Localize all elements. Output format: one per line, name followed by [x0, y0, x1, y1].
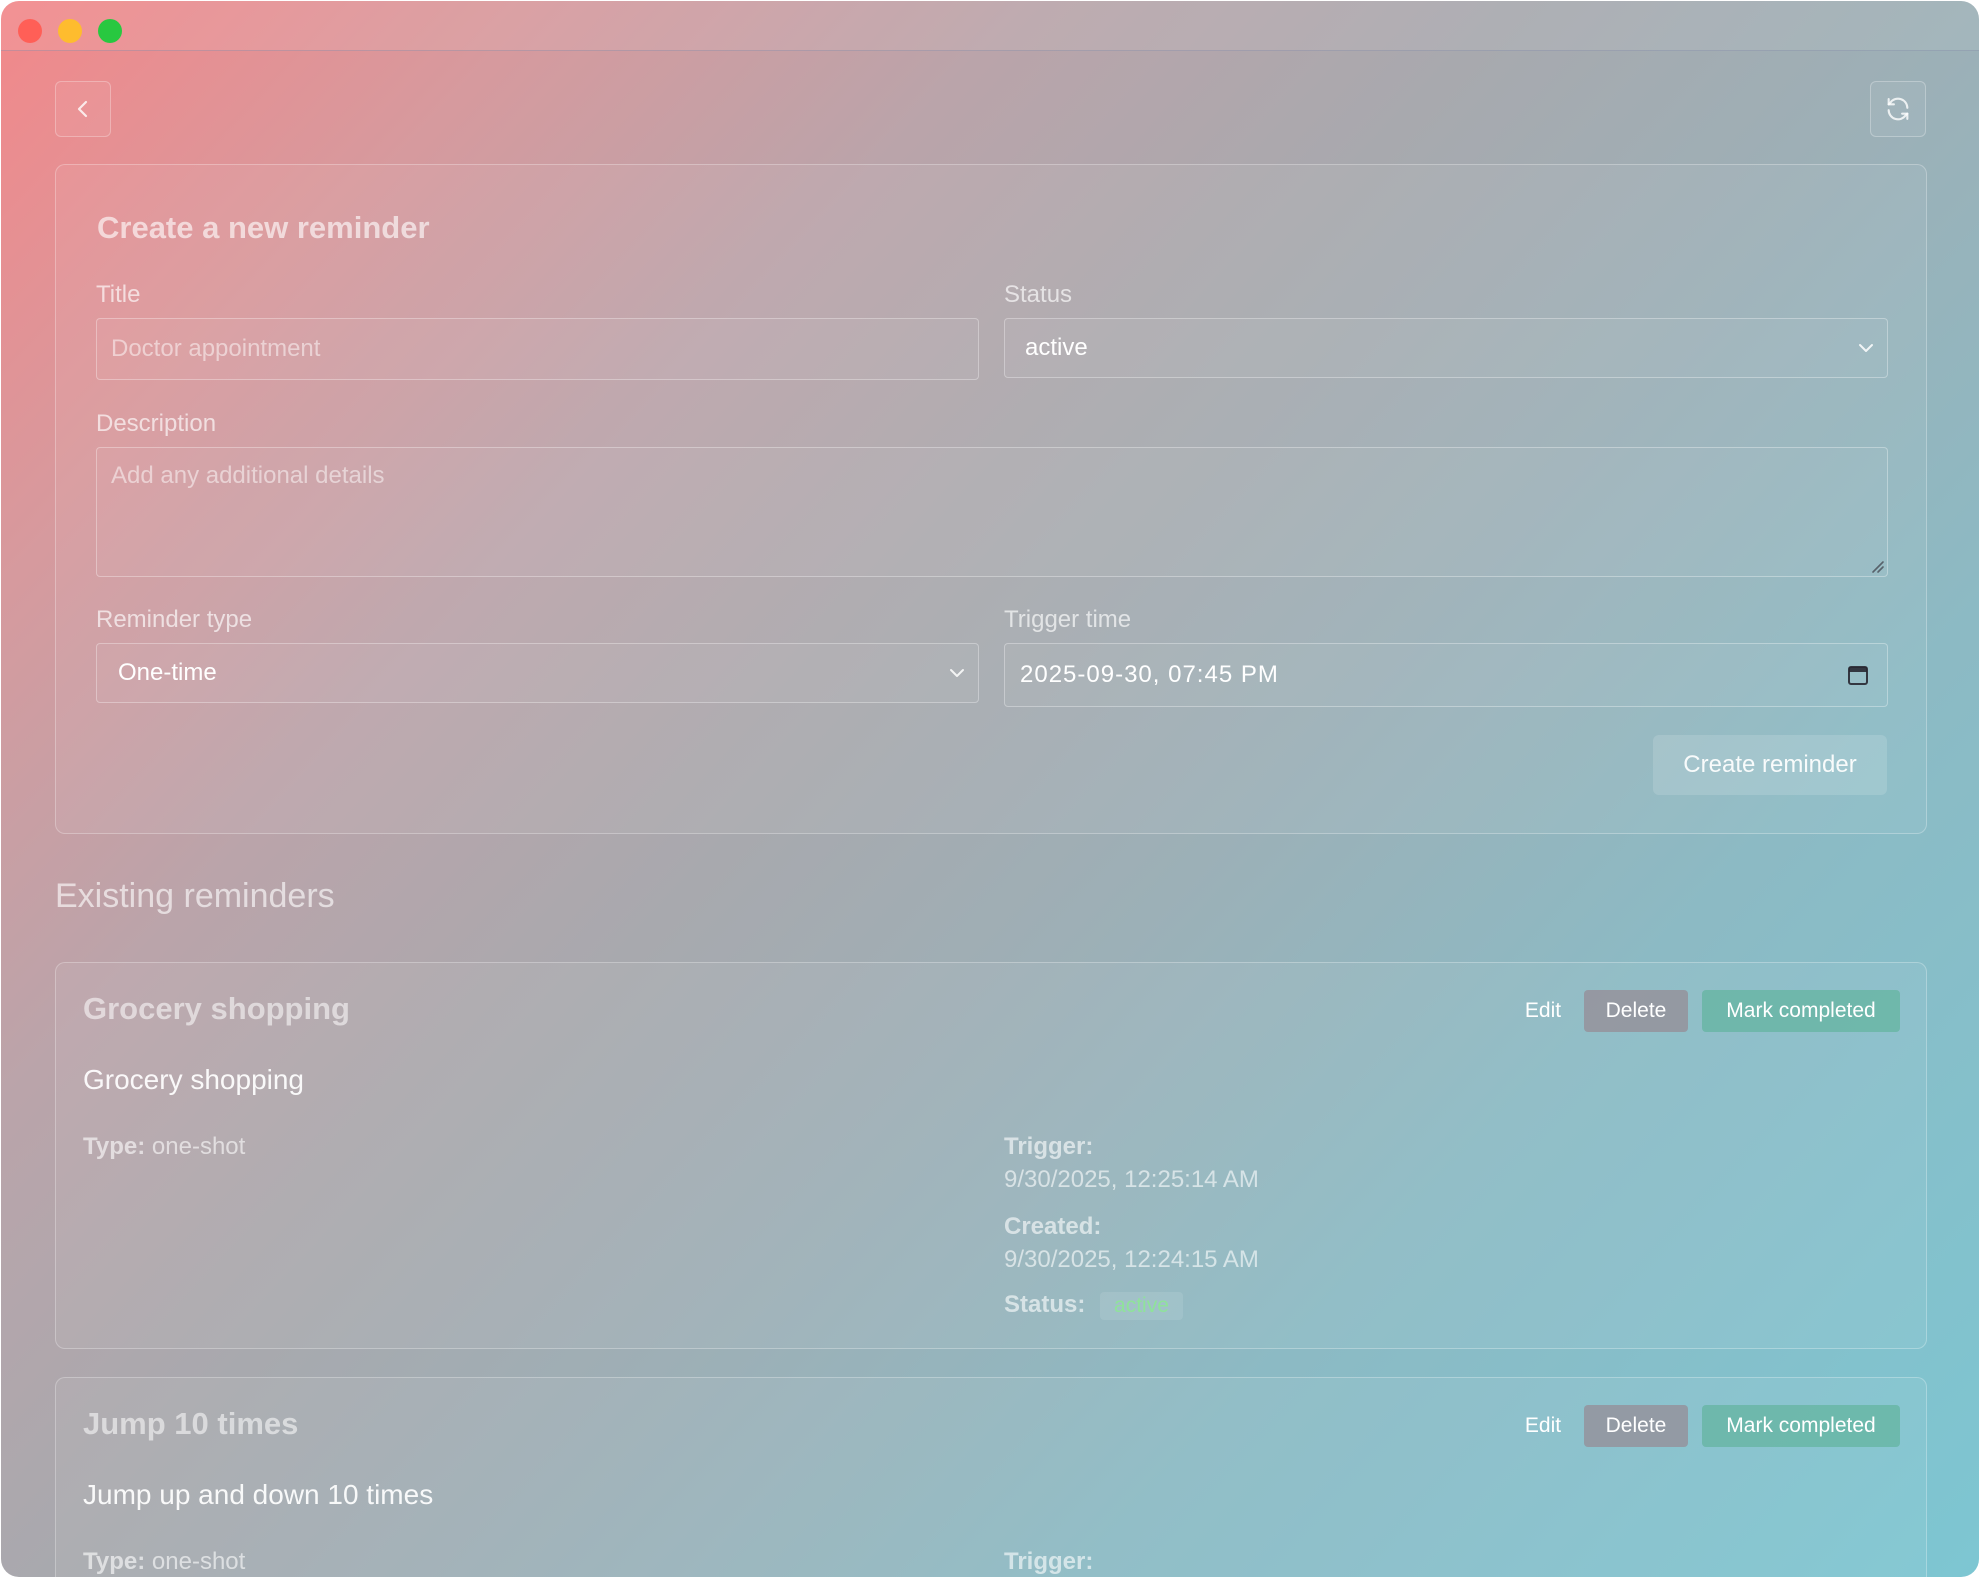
mark-completed-button[interactable]: Mark completed: [1702, 990, 1900, 1032]
type-label: Type:: [83, 1548, 146, 1575]
reminder-status: Status: active: [1004, 1291, 1183, 1320]
reminder-title: Grocery shopping: [83, 991, 350, 1026]
description-label: Description: [96, 410, 217, 437]
trigger-time-input[interactable]: 2025-09-30, 07:45 PM: [1004, 643, 1888, 707]
trigger-label: Trigger:: [1004, 1548, 1094, 1575]
create-reminder-form: Create a new reminder Title Doctor appoi…: [55, 164, 1927, 834]
title-label: Title: [96, 281, 141, 308]
created-label: Created:: [1004, 1213, 1102, 1240]
type-label: Type:: [83, 1133, 146, 1160]
type-value: one-shot: [151, 1133, 246, 1160]
chevron-left-icon: [77, 100, 88, 118]
description-placeholder: Add any additional details: [111, 462, 385, 489]
reminder-type-label: Reminder type: [96, 606, 253, 633]
mark-completed-button[interactable]: Mark completed: [1702, 1405, 1900, 1447]
back-button[interactable]: [55, 81, 111, 137]
resize-handle-icon[interactable]: [1867, 556, 1885, 574]
reminder-card: Grocery shopping Edit Delete Mark comple…: [55, 962, 1927, 1349]
trigger-time-value: 2025-09-30, 07:45 PM: [1020, 661, 1279, 688]
reminder-type-select[interactable]: One-time: [96, 643, 979, 703]
reminder-description: Jump up and down 10 times: [83, 1479, 434, 1510]
status-label: Status:: [1004, 1291, 1086, 1318]
status-selected-value: active: [1025, 334, 1088, 361]
trigger-time-label: Trigger time: [1004, 606, 1132, 633]
type-value: one-shot: [151, 1548, 246, 1575]
status-select[interactable]: active: [1004, 318, 1888, 378]
create-reminder-button[interactable]: Create reminder: [1653, 735, 1887, 795]
title-placeholder: Doctor appointment: [111, 335, 321, 362]
reminder-type: Type: one-shot: [83, 1133, 245, 1161]
status-badge: active: [1100, 1292, 1183, 1320]
reminder-type: Type: one-shot: [83, 1548, 245, 1576]
existing-reminders-heading: Existing reminders: [55, 877, 335, 915]
maximize-window-button[interactable]: [98, 19, 122, 43]
reminder-description: Grocery shopping: [83, 1064, 305, 1095]
edit-button[interactable]: Edit: [1503, 1405, 1583, 1447]
title-bar: [1, 1, 1979, 51]
chevron-down-icon: [950, 669, 964, 677]
reminder-type-selected-value: One-time: [118, 659, 217, 686]
form-heading: Create a new reminder: [97, 210, 430, 245]
calendar-icon[interactable]: [1847, 664, 1869, 686]
chevron-down-icon: [1859, 344, 1873, 352]
app-window: Create a new reminder Title Doctor appoi…: [1, 1, 1979, 1577]
trigger-label: Trigger:: [1004, 1133, 1094, 1160]
refresh-button[interactable]: [1870, 81, 1926, 137]
reminder-card: Jump 10 times Edit Delete Mark completed…: [55, 1377, 1927, 1577]
close-window-button[interactable]: [18, 19, 42, 43]
edit-button[interactable]: Edit: [1503, 990, 1583, 1032]
created-value: 9/30/2025, 12:24:15 AM: [1004, 1246, 1259, 1273]
trigger-value: 9/30/2025, 12:25:14 AM: [1004, 1166, 1259, 1193]
reminder-title: Jump 10 times: [83, 1406, 299, 1441]
description-textarea[interactable]: Add any additional details: [96, 447, 1888, 577]
refresh-icon: [1887, 97, 1909, 121]
status-label: Status: [1004, 281, 1073, 308]
title-input[interactable]: Doctor appointment: [96, 318, 979, 380]
minimize-window-button[interactable]: [58, 19, 82, 43]
delete-button[interactable]: Delete: [1584, 1405, 1688, 1447]
delete-button[interactable]: Delete: [1584, 990, 1688, 1032]
